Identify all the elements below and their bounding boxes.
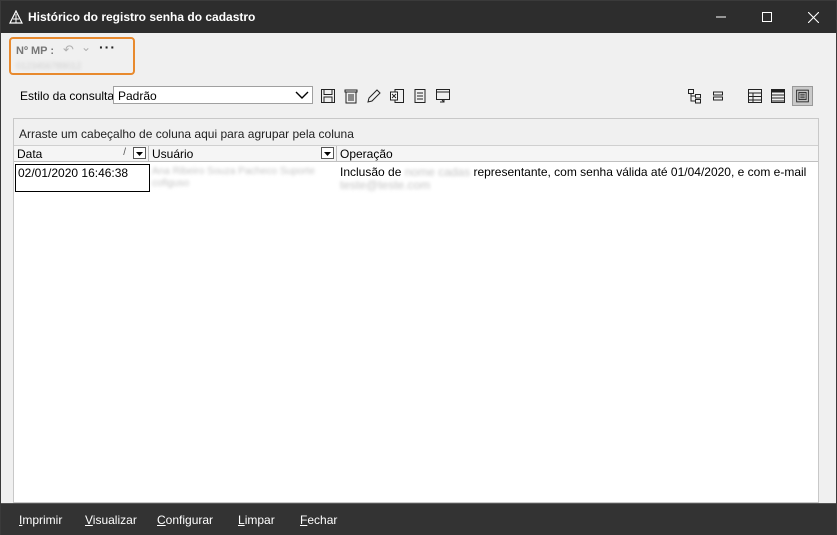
- column-header-label: Data: [17, 147, 43, 161]
- operation-redacted-name: nome cadas: [404, 165, 471, 179]
- operation-suffix: representante, com senha válida até 01/0…: [473, 165, 807, 179]
- delete-style-icon[interactable]: [343, 88, 359, 104]
- close-button[interactable]: Fechar: [300, 513, 337, 527]
- title-bar[interactable]: Histórico do registro senha do cadastro: [1, 1, 836, 33]
- transfer-window-icon[interactable]: [435, 88, 451, 104]
- print-button[interactable]: Imprimir: [19, 513, 62, 527]
- column-header-operacao[interactable]: Operação: [337, 146, 818, 162]
- configure-label: onfigurar: [165, 513, 214, 527]
- minimize-button[interactable]: [698, 1, 744, 33]
- print-label: mprimir: [22, 513, 63, 527]
- close-window-button[interactable]: [790, 1, 836, 33]
- window-title: Histórico do registro senha do cadastro: [28, 10, 256, 24]
- column-filter-button[interactable]: [321, 147, 334, 159]
- card-view-icon[interactable]: [792, 86, 813, 106]
- column-header-usuario[interactable]: Usuário: [149, 146, 337, 162]
- column-filter-button[interactable]: [133, 147, 146, 159]
- sort-indicator-icon: /: [123, 147, 126, 158]
- close-icon: [807, 11, 819, 23]
- filter-dropdown-icon: [324, 152, 331, 156]
- content-area: Nº MP : ↶ ⌄ ··· 0123456789012 Estilo da …: [1, 33, 836, 503]
- clear-accelerator: L: [238, 513, 245, 527]
- configure-button[interactable]: Configurar: [157, 513, 213, 527]
- redo-icon[interactable]: ⌄: [81, 40, 91, 54]
- configure-accelerator: C: [157, 513, 166, 527]
- save-style-icon[interactable]: [320, 88, 336, 104]
- footer-button-bar: Imprimir Visualizar Configurar Limpar Fe…: [1, 503, 836, 535]
- history-grid: Arraste um cabeçalho de coluna aqui para…: [13, 118, 819, 503]
- mp-value: 0123456789012: [16, 61, 82, 71]
- clear-label: impar: [244, 513, 275, 527]
- column-header-data[interactable]: Data /: [14, 146, 149, 162]
- column-header-label: Usuário: [152, 147, 194, 161]
- minimize-icon: [716, 16, 726, 18]
- list-view-icon[interactable]: [770, 88, 786, 104]
- maximize-icon: [762, 12, 772, 22]
- edit-pencil-icon[interactable]: [366, 88, 382, 104]
- query-style-select[interactable]: Padrão: [113, 86, 313, 104]
- collapse-rows-icon[interactable]: [710, 88, 726, 104]
- table-cell-operation[interactable]: Inclusão de nome cadas representante, co…: [340, 166, 810, 196]
- mp-field-group: Nº MP : ↶ ⌄ ··· 0123456789012: [9, 37, 135, 75]
- mp-label: Nº MP :: [16, 45, 55, 57]
- column-header-label: Operação: [340, 147, 393, 161]
- app-logo-icon: [9, 10, 23, 24]
- clear-button[interactable]: Limpar: [238, 513, 275, 527]
- maximize-button[interactable]: [744, 1, 790, 33]
- view-button[interactable]: Visualizar: [85, 513, 137, 527]
- view-label: isualizar: [92, 513, 137, 527]
- query-style-label: Estilo da consulta: [20, 89, 115, 103]
- operation-email: teste@teste.com: [340, 178, 431, 192]
- grid-view-icon[interactable]: [747, 88, 763, 104]
- filter-dropdown-icon: [136, 152, 143, 156]
- more-options-button[interactable]: ···: [99, 39, 116, 55]
- undo-icon[interactable]: ↶: [63, 42, 74, 58]
- tree-view-icon[interactable]: [687, 88, 703, 104]
- group-by-hint: Arraste um cabeçalho de coluna aqui para…: [19, 127, 354, 141]
- export-excel-icon[interactable]: [389, 88, 405, 104]
- chevron-down-icon: [295, 91, 309, 99]
- view-accelerator: V: [85, 513, 93, 527]
- table-cell-user[interactable]: Ana Ribeiro Souza Pacheco Suporte cofigu…: [152, 166, 342, 196]
- group-by-panel[interactable]: Arraste um cabeçalho de coluna aqui para…: [14, 119, 818, 146]
- copy-document-icon[interactable]: [412, 88, 428, 104]
- table-cell-date[interactable]: 02/01/2020 16:46:38: [15, 164, 150, 192]
- history-window: Histórico do registro senha do cadastro …: [0, 0, 837, 535]
- close-label: echar: [307, 513, 338, 527]
- operation-prefix: Inclusão de: [340, 165, 402, 179]
- query-style-value: Padrão: [118, 89, 157, 103]
